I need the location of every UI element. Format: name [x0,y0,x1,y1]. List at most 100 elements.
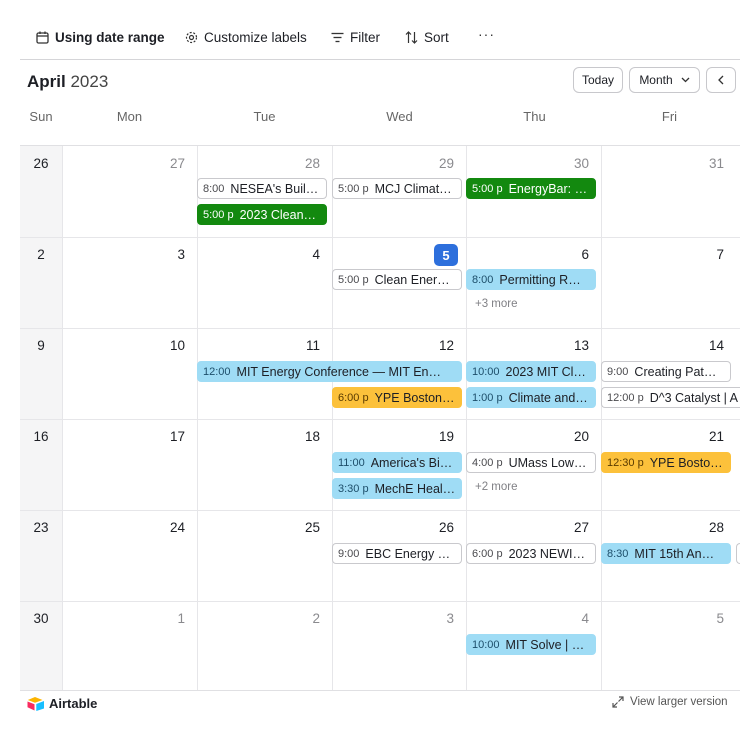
toolbar: Using date range Customize labels Filter… [20,16,740,60]
event-time: 11:00 [338,456,365,469]
event-time: 4:00 p [472,456,503,469]
weekday-tue: Tue [253,109,276,124]
more-options-button[interactable]: ··· [478,26,495,42]
event-time: 6:00 p [338,391,369,404]
day-number: 25 [304,520,320,535]
event-time: 5:00 p [472,182,503,195]
day-number: 7 [716,247,724,262]
calendar-event[interactable]: 8:00 Permitting R… [466,269,596,290]
sort-label: Sort [424,29,449,45]
calendar-event[interactable]: 5:00 p 2023 Clean… [197,204,327,225]
day-number: 13 [573,338,589,353]
event-name: YPE Boston… [374,390,455,405]
more-events-link[interactable]: +2 more [475,481,518,493]
event-time: 5:00 p [338,182,369,195]
day-number: 18 [304,429,320,444]
event-name: 2023 Clean… [239,207,317,222]
weekday-wed: Wed [386,109,413,124]
event-name: YPE Bosto… [649,455,723,470]
calendar-event[interactable]: 1:00 p Climate and… [466,387,596,408]
customize-labels-button[interactable]: Customize labels [185,26,307,48]
event-time: 12:00 p [607,391,644,404]
view-select-label: Month [639,73,673,87]
today-button[interactable]: Today [573,67,623,93]
year: 2023 [70,72,109,91]
event-time: 6:00 p [472,547,503,560]
date-range-button[interactable]: Using date range [36,26,165,48]
calendar-event[interactable]: 12:00 p D^3 Catalyst | A [601,387,740,408]
event-time: 10:00 [472,638,500,651]
event-time: 12:30 p [607,456,644,469]
event-name: Clean Ener… [374,272,450,287]
filter-icon [331,32,344,42]
calendar-event[interactable]: 4:00 p UMass Low… [466,452,596,473]
calendar-event[interactable]: 8:30 MIT 15th An… [601,543,731,564]
calendar-event[interactable]: 6:00 p 2023 NEWI… [466,543,596,564]
calendar-grid: 26 27 28 29 30 31 2 3 4 5 6 7 9 10 11 12… [20,145,740,691]
day-number: 26 [438,520,454,535]
day-number: 23 [33,520,49,535]
customize-labels-label: Customize labels [204,29,307,45]
sort-icon [405,30,418,44]
day-number: 9 [37,338,45,353]
calendar-event[interactable]: 10:00 MIT Solve | … [466,634,596,655]
filter-label: Filter [350,29,380,45]
event-time: 5:00 p [203,208,234,221]
calendar-event-overflow[interactable] [736,543,740,564]
calendar-event[interactable]: 5:00 p Clean Ener… [332,269,462,290]
event-name: D^3 Catalyst | A [649,390,739,405]
event-name: 2023 MIT Cl… [505,364,586,379]
event-time: 5:00 p [338,273,369,286]
calendar-event[interactable]: 12:00 MIT Energy Conference — MIT En… [197,361,462,382]
gear-icon [185,31,198,43]
day-number: 11 [305,338,320,353]
day-number: 27 [169,156,185,171]
day-number: 2 [312,611,320,626]
event-name: Climate and… [508,390,588,405]
month-title: April 2023 [27,72,108,92]
day-number: 19 [438,429,454,444]
previous-month-button[interactable] [706,67,736,93]
calendar-event[interactable]: 6:00 p YPE Boston… [332,387,462,408]
event-name: UMass Low… [508,455,587,470]
weekday-sun: Sun [29,109,53,124]
event-name: Creating Pat… [634,364,717,379]
day-number: 20 [573,429,589,444]
view-select[interactable]: Month [629,67,700,93]
calendar-event[interactable]: 3:30 p MechE Heal… [332,478,462,499]
event-name: MIT Energy Conference — MIT En… [236,364,442,379]
calendar-icon [36,31,49,44]
event-name: MIT 15th An… [634,546,715,561]
day-number: 3 [446,611,454,626]
day-number: 14 [708,338,724,353]
day-number: 29 [438,156,454,171]
calendar-event[interactable]: 8:00 NESEA's Buil… [197,178,327,199]
sunday-column [20,146,62,690]
day-number: 3 [177,247,185,262]
weekday-thu: Thu [523,109,546,124]
filter-button[interactable]: Filter [331,26,380,48]
calendar-event[interactable]: 5:00 p EnergyBar: … [466,178,596,199]
more-events-link[interactable]: +3 more [475,298,518,310]
calendar-event[interactable]: 12:30 p YPE Bosto… [601,452,731,473]
day-number: 10 [169,338,185,353]
airtable-logo[interactable]: Airtable [27,696,97,711]
calendar-event[interactable]: 10:00 2023 MIT Cl… [466,361,596,382]
calendar-event[interactable]: 9:00 EBC Energy … [332,543,462,564]
chevron-left-icon [718,75,724,85]
event-name: MIT Solve | … [505,637,585,652]
view-larger-label: View larger version [630,696,728,708]
calendar-event[interactable]: 5:00 p MCJ Climat… [332,178,462,199]
event-name: MCJ Climat… [374,181,452,196]
sort-button[interactable]: Sort [405,26,449,48]
airtable-logo-icon [27,697,44,711]
calendar-event[interactable]: 9:00 Creating Pat… [601,361,731,382]
day-number: 12 [438,338,454,353]
day-number: 30 [573,156,589,171]
day-number: 6 [581,247,589,262]
view-larger-link[interactable]: View larger version [612,696,728,708]
event-time: 8:00 [203,182,225,195]
event-name: EnergyBar: … [508,181,588,196]
calendar-event[interactable]: 11:00 America's Bi… [332,452,462,473]
day-number: 26 [33,156,49,171]
